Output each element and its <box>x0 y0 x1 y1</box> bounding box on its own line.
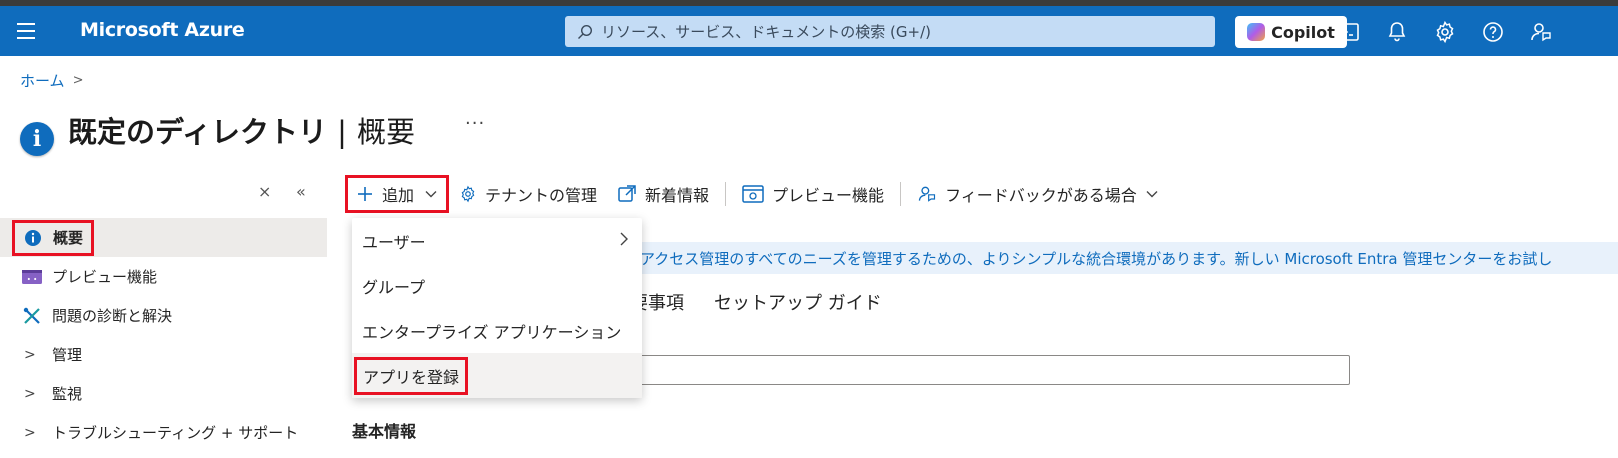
basic-info-heading: 基本情報 <box>352 422 417 441</box>
feedback-icon <box>918 186 936 202</box>
toolbar-divider <box>900 182 902 206</box>
sidebar-item-diagnose-solve[interactable]: 問題の診断と解決 <box>0 296 327 335</box>
sidebar-item-label: プレビュー機能 <box>52 268 158 286</box>
azure-header: Microsoft Azure リソース、サービス、ドキュメントの検索 (G+/… <box>0 6 1618 56</box>
sidebar-item-troubleshooting[interactable]: > トラブルシューティング + サポート <box>0 413 327 452</box>
add-dropdown-menu: ユーザー グループ エンタープライズ アプリケーション アプリを登録 <box>352 218 642 398</box>
preview-features-icon <box>742 185 764 203</box>
global-search-input[interactable]: リソース、サービス、ドキュメントの検索 (G+/) <box>565 16 1215 47</box>
breadcrumb: ホーム > <box>20 70 83 91</box>
sidebar-item-preview-features[interactable]: • • プレビュー機能 <box>0 257 327 296</box>
banner-text[interactable]: アクセス管理のすべてのニーズを管理するための、よりシンプルな統合環境があります。… <box>640 248 1552 269</box>
copilot-label: Copilot <box>1271 22 1335 42</box>
page-title-sub: 概要 <box>356 115 415 149</box>
search-icon <box>578 24 593 39</box>
preview-icon: • • <box>22 267 42 287</box>
sidebar-item-monitor[interactable]: > 監視 <box>0 374 327 413</box>
page-title: 既定のディレクトリ | 概要 <box>68 109 415 151</box>
whats-new-label: 新着情報 <box>645 186 710 205</box>
settings-gear-icon[interactable] <box>1433 20 1457 44</box>
manage-tenants-label: テナントの管理 <box>485 186 598 205</box>
info-icon <box>23 228 43 248</box>
manage-tenants-button[interactable]: テナントの管理 <box>449 176 607 212</box>
cloud-shell-icon[interactable] <box>1337 20 1361 44</box>
sidebar-item-label: 問題の診断と解決 <box>52 307 173 325</box>
directory-info-icon: i <box>20 122 54 156</box>
chevron-right-icon: > <box>24 385 36 402</box>
collapse-sidebar-icon[interactable]: « <box>296 182 306 201</box>
preview-features-label: プレビュー機能 <box>772 186 885 205</box>
sidebar-item-label: トラブルシューティング + サポート <box>52 424 299 442</box>
page-title-main: 既定のディレクトリ <box>68 115 327 149</box>
sidebar-item-manage[interactable]: > 管理 <box>0 335 327 374</box>
copilot-icon <box>1247 23 1266 41</box>
copilot-button[interactable]: Copilot <box>1235 16 1347 48</box>
breadcrumb-separator-icon: > <box>72 73 84 88</box>
menu-item-app-registration[interactable]: アプリを登録 <box>352 353 642 398</box>
chevron-right-icon: > <box>24 424 36 441</box>
breadcrumb-home-link[interactable]: ホーム <box>20 70 65 91</box>
chevron-right-icon: > <box>24 346 36 363</box>
collapse-all-icon[interactable]: ⨯ <box>258 182 271 201</box>
chevron-down-icon <box>1146 191 1158 198</box>
notifications-bell-icon[interactable] <box>1385 20 1409 44</box>
menu-item-user[interactable]: ユーザー <box>352 218 642 263</box>
add-button[interactable]: 追加 <box>345 175 450 213</box>
tools-icon <box>22 306 42 326</box>
add-label: 追加 <box>382 186 415 205</box>
svg-text:• •: • • <box>27 275 37 283</box>
page-title-separator: | <box>337 115 347 149</box>
external-link-icon <box>618 185 636 202</box>
entra-info-banner[interactable]: アクセス管理のすべてのニーズを管理するための、よりシンプルな統合環境があります。… <box>640 242 1618 274</box>
sidebar-item-label: 概要 <box>53 229 84 247</box>
overview-tabs: 要事項 セットアップ ガイド <box>630 289 912 315</box>
toolbar-divider <box>725 182 727 206</box>
feedback-button[interactable]: フィードバックがある場合 <box>907 176 1169 212</box>
feedback-label: フィードバックがある場合 <box>945 186 1137 205</box>
plus-icon <box>358 187 372 201</box>
search-tenant-input[interactable] <box>630 355 1350 385</box>
search-placeholder: リソース、サービス、ドキュメントの検索 (G+/) <box>601 23 931 41</box>
feedback-person-icon[interactable] <box>1529 20 1553 44</box>
menu-item-label: エンタープライズ アプリケーション <box>362 322 622 342</box>
overview-highlight-box: 概要 <box>12 219 95 256</box>
command-toolbar: 追加 テナントの管理 新着情報 プレビュー機能 フィードバックがある場合 <box>345 174 1169 214</box>
sidebar: 概要 • • プレビュー機能 問題の診断と解決 > 管理 > 監視 > トラブル… <box>0 218 327 452</box>
help-icon[interactable] <box>1481 20 1505 44</box>
tab-setup-guide[interactable]: セットアップ ガイド <box>714 289 882 315</box>
brand-title[interactable]: Microsoft Azure <box>80 19 245 41</box>
menu-item-label: ユーザー <box>362 232 426 252</box>
sidebar-item-label: 監視 <box>52 385 83 403</box>
menu-item-label: アプリを登録 <box>354 356 469 395</box>
preview-features-button[interactable]: プレビュー機能 <box>732 176 894 212</box>
hamburger-menu-icon[interactable] <box>17 23 35 39</box>
chevron-down-icon <box>425 191 437 198</box>
more-options-button[interactable]: ... <box>465 108 485 129</box>
menu-item-label: グループ <box>362 277 426 297</box>
whats-new-button[interactable]: 新着情報 <box>607 176 719 212</box>
sidebar-item-label: 管理 <box>52 346 83 364</box>
chevron-right-icon <box>618 231 630 250</box>
sidebar-item-overview[interactable]: 概要 <box>0 218 327 257</box>
menu-item-group[interactable]: グループ <box>352 263 642 308</box>
page-header: i 既定のディレクトリ | 概要 <box>20 104 415 156</box>
gear-icon <box>461 185 475 203</box>
menu-item-enterprise-application[interactable]: エンタープライズ アプリケーション <box>352 308 642 353</box>
